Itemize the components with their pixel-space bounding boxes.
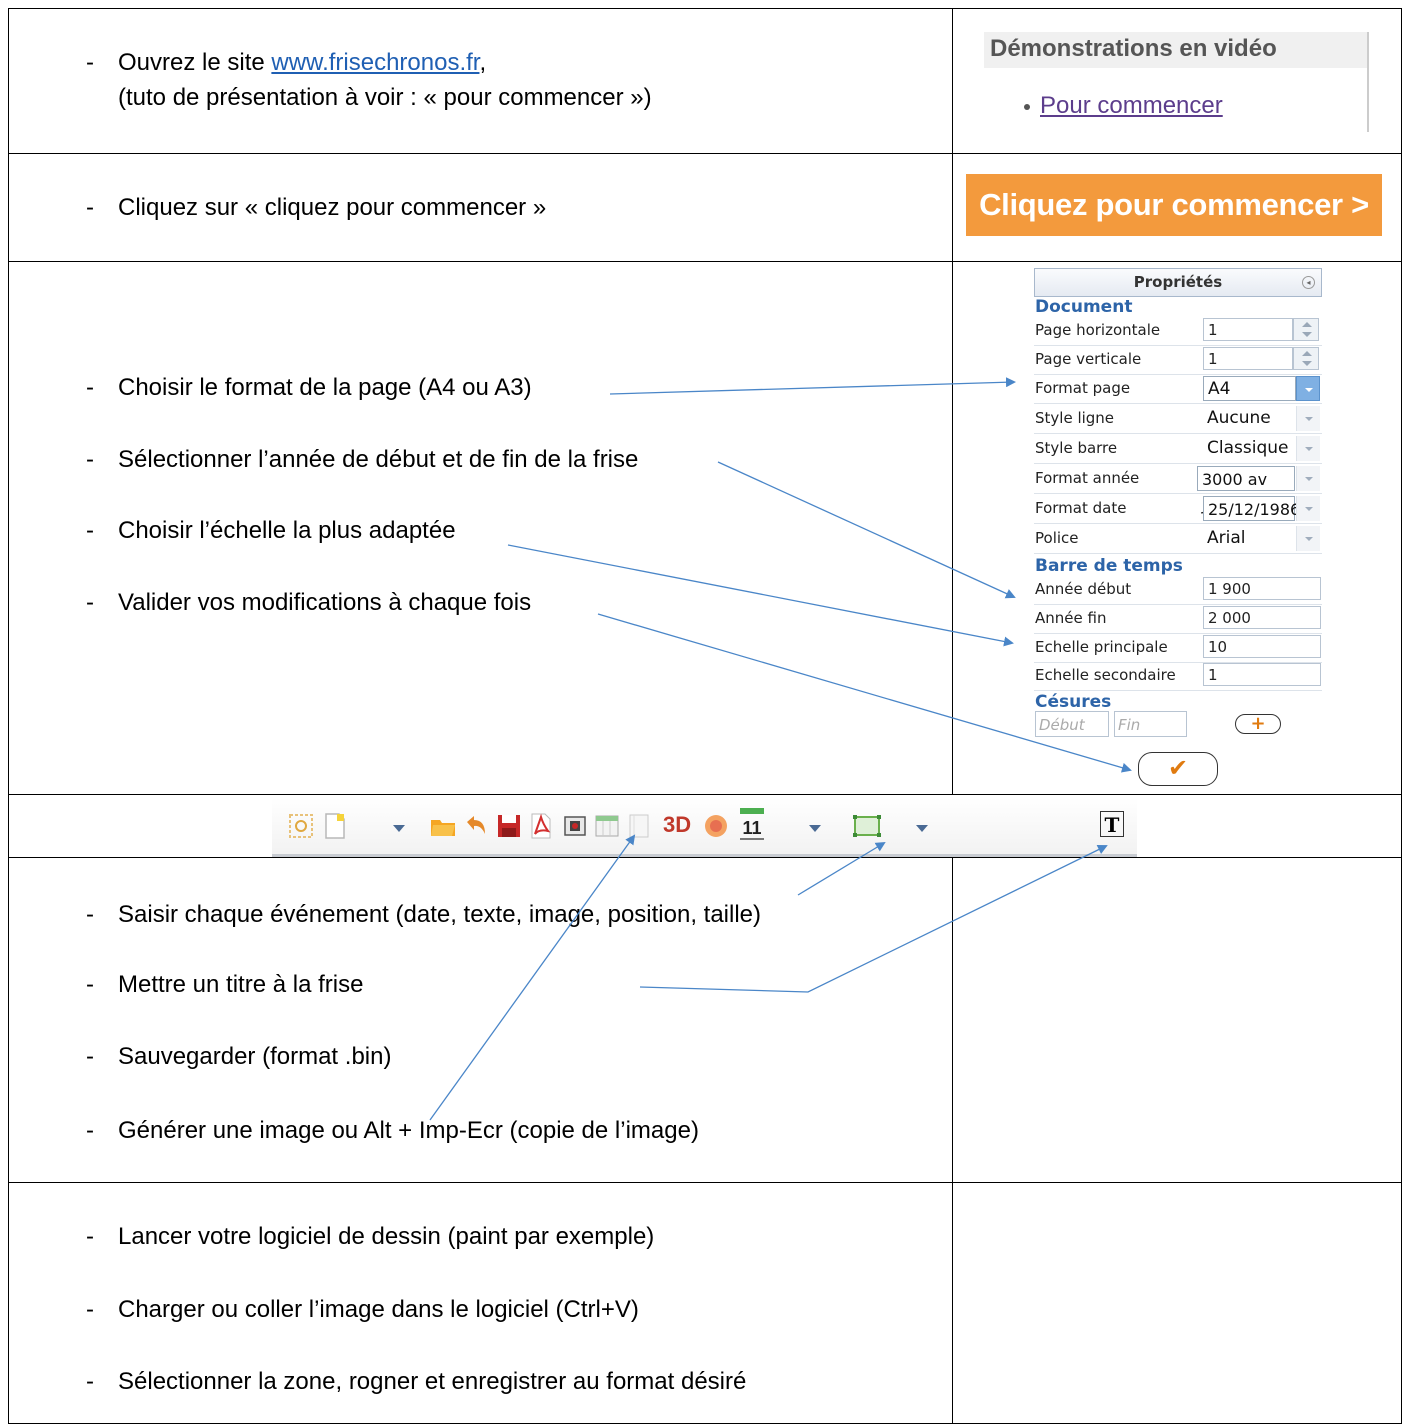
arrow-calendar — [797, 841, 886, 896]
connector-arrows — [429, 377, 1132, 1121]
arrow-title — [639, 845, 1108, 993]
arrow-echelle — [507, 544, 1014, 647]
arrow-image-export — [429, 834, 636, 1121]
arrow-annee — [717, 461, 1016, 599]
arrow-valider — [597, 613, 1132, 773]
arrow-format-page — [609, 377, 1016, 395]
